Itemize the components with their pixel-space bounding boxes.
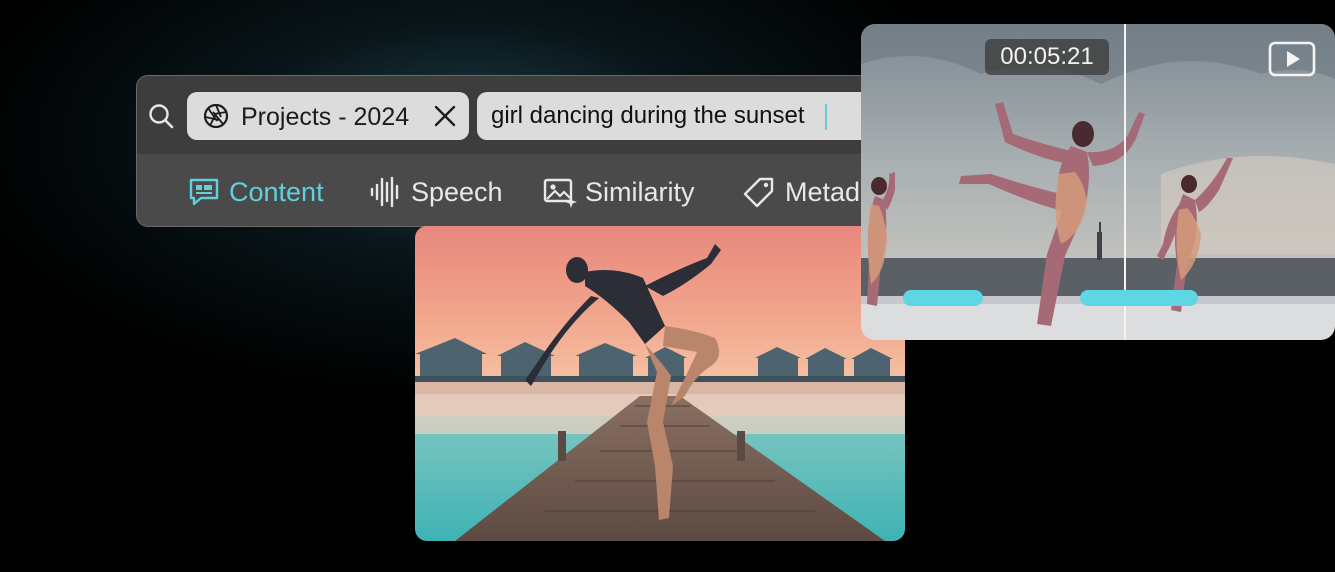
aperture-icon: [203, 103, 229, 129]
waveform-icon: [370, 176, 399, 208]
tab-content-label: Content: [229, 177, 324, 207]
tag-icon: [743, 177, 774, 208]
match-segment[interactable]: [903, 290, 983, 306]
image-result-thumbnail[interactable]: [415, 226, 905, 541]
match-segment[interactable]: [1080, 290, 1198, 306]
tab-similarity-label: Similarity: [585, 177, 695, 207]
search-mode-tabs: Content Speech Similarity Metad: [137, 154, 895, 226]
search-icon[interactable]: [147, 102, 175, 130]
video-result-preview[interactable]: 00:05:21: [861, 24, 1335, 340]
timestamp-label: 00:05:21: [985, 39, 1109, 75]
close-icon[interactable]: [433, 104, 457, 128]
chat-bubble-icon: [189, 178, 219, 206]
text-caret: [825, 104, 827, 130]
tab-metadata-label: Metad: [785, 177, 861, 207]
search-query-text: girl dancing during the sunset: [491, 102, 805, 129]
project-filter-chip[interactable]: Projects - 2024: [187, 92, 469, 140]
project-filter-label: Projects - 2024: [241, 103, 410, 131]
search-panel: Projects - 2024 girl dancing during the …: [136, 75, 896, 227]
search-bar: Projects - 2024 girl dancing during the …: [137, 76, 895, 154]
tab-speech-label: Speech: [411, 177, 503, 207]
search-input[interactable]: girl dancing during the sunset: [477, 92, 895, 140]
play-icon[interactable]: [1268, 41, 1316, 77]
image-sparkle-icon: [543, 178, 577, 208]
dancer-pier-photo: [415, 226, 905, 541]
